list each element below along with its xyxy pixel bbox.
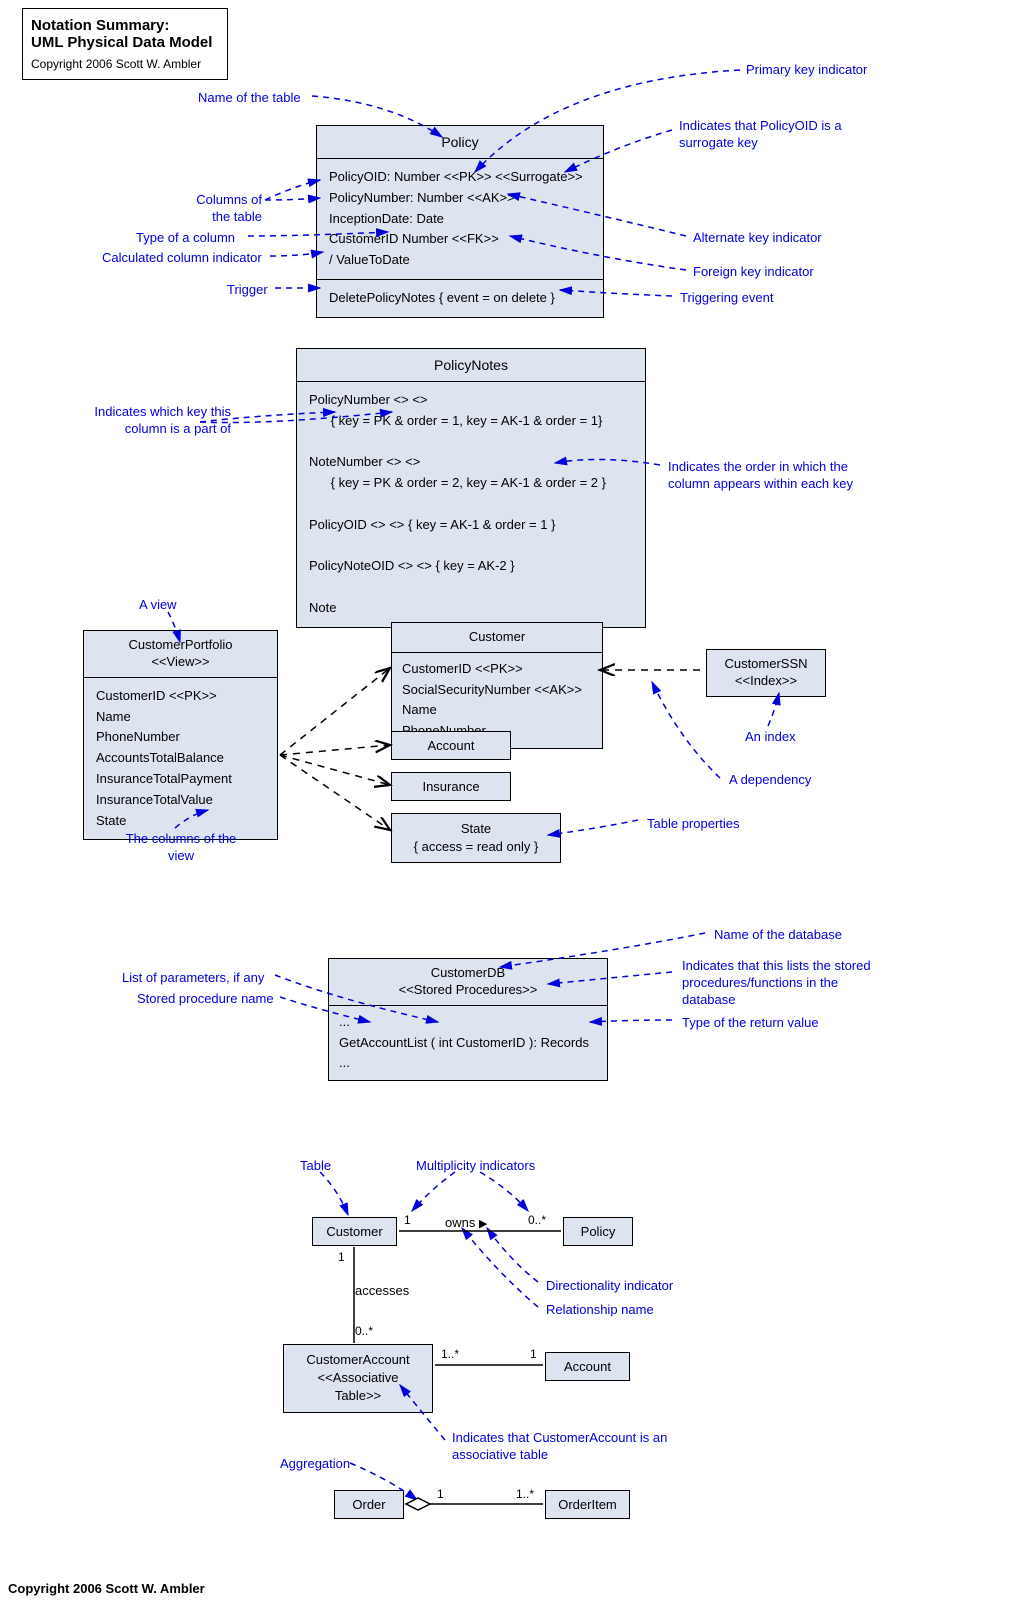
db-class: CustomerDB<<Stored Procedures>> ... GetA… (328, 958, 608, 1081)
ann-pk: Primary key indicator (746, 62, 867, 79)
policynotes-title: PolicyNotes (297, 349, 645, 382)
account-box: Account (391, 731, 511, 760)
ann-spname: Stored procedure name (137, 991, 274, 1008)
mult: 1..* (516, 1487, 534, 1501)
policy-col: InceptionDate: Date (329, 209, 591, 230)
ann-table: Table (300, 1158, 331, 1175)
policy-trigger: DeletePolicyNotes { event = on delete } (329, 290, 555, 305)
rel-customer: Customer (312, 1217, 397, 1246)
mult: 1 (338, 1250, 345, 1264)
mult: 0..* (528, 1213, 546, 1227)
ann-rettype: Type of the return value (682, 1015, 819, 1032)
summary-copyright: Copyright 2006 Scott W. Ambler (31, 57, 219, 71)
summary-title-2: UML Physical Data Model (31, 34, 219, 51)
ann-namedb: Name of the database (714, 927, 842, 944)
policy-class: Policy PolicyOID: Number <<PK>> <<Surrog… (316, 125, 604, 318)
rel-account: Account (545, 1352, 630, 1381)
state-box: State{ access = read only } (391, 813, 561, 863)
ann-tblprops: Table properties (647, 816, 740, 833)
ann-dep: A dependency (729, 772, 811, 789)
portfolio-class: CustomerPortfolio<<View>> CustomerID <<P… (83, 630, 278, 840)
policy-col: PolicyNumber: Number <<AK>> (329, 188, 591, 209)
ann-trigger: Trigger (227, 282, 268, 299)
footer-copyright: Copyright 2006 Scott W. Ambler (8, 1581, 205, 1596)
rel-policy: Policy (563, 1217, 633, 1246)
ann-orderkey: Indicates the order in which the column … (668, 459, 878, 493)
ann-fk: Foreign key indicator (693, 264, 814, 281)
ann-surrogate: Indicates that PolicyOID is a surrogate … (679, 118, 879, 152)
ann-index: An index (745, 729, 796, 746)
ann-relname: Relationship name (546, 1302, 654, 1319)
policy-trigger-row: DeletePolicyNotes { event = on delete } (317, 280, 603, 317)
ann-agg: Aggregation (280, 1456, 350, 1473)
rel-accesses: accesses (355, 1283, 409, 1298)
mult: 0..* (355, 1324, 373, 1338)
ann-params: List of parameters, if any (122, 970, 264, 987)
summary-box: Notation Summary: UML Physical Data Mode… (22, 8, 228, 80)
policy-cols: PolicyOID: Number <<PK>> <<Surrogate>> P… (317, 159, 603, 280)
portfolio-cols: CustomerID <<PK>> Name PhoneNumber Accou… (84, 677, 277, 840)
policynotes-class: PolicyNotes PolicyNumber <> <> { key = P… (296, 348, 646, 628)
db-rows: ... GetAccountList ( int CustomerID ): R… (329, 1006, 607, 1080)
ann-cols: Columns of the table (180, 192, 262, 226)
policy-col: PolicyOID: Number <<PK>> <<Surrogate>> (329, 167, 591, 188)
ssn-class: CustomerSSN<<Index>> (706, 649, 826, 697)
ann-whichkey: Indicates which key this column is a par… (71, 404, 231, 438)
mult: 1 (437, 1487, 444, 1501)
ann-trigevent: Triggering event (680, 290, 773, 307)
ann-colsview: The columns of the view (116, 831, 246, 865)
policynotes-rows: PolicyNumber <> <> { key = PK & order = … (297, 382, 645, 627)
policy-col: / ValueToDate (329, 250, 591, 271)
customer-title: Customer (392, 623, 602, 653)
ann-splist: Indicates that this lists the stored pro… (682, 958, 882, 1009)
rel-order: Order (334, 1490, 404, 1519)
insurance-box: Insurance (391, 772, 511, 801)
portfolio-title: CustomerPortfolio<<View>> (84, 631, 277, 677)
summary-title-1: Notation Summary: (31, 17, 219, 34)
mult: 1..* (441, 1347, 459, 1361)
rel-orderitem: OrderItem (545, 1490, 630, 1519)
ann-ak: Alternate key indicator (693, 230, 822, 247)
rel-owns: owns ▶ (445, 1215, 487, 1230)
ann-name-table: Name of the table (198, 90, 301, 107)
ann-aview: A view (139, 597, 177, 614)
policy-col: CustomerID Number <<FK>> (329, 229, 591, 250)
policy-title: Policy (317, 126, 603, 159)
ann-mult: Multiplicity indicators (416, 1158, 535, 1175)
ann-calc: Calculated column indicator (102, 250, 262, 267)
ann-type: Type of a column (136, 230, 235, 247)
db-title: CustomerDB<<Stored Procedures>> (329, 959, 607, 1006)
ann-dir: Directionality indicator (546, 1278, 673, 1295)
rel-custaccount: CustomerAccount<<Associative Table>> (283, 1344, 433, 1413)
mult: 1 (404, 1213, 411, 1227)
ann-assoc: Indicates that CustomerAccount is an ass… (452, 1430, 672, 1464)
mult: 1 (530, 1347, 537, 1361)
ssn-title: CustomerSSN<<Index>> (707, 650, 825, 696)
